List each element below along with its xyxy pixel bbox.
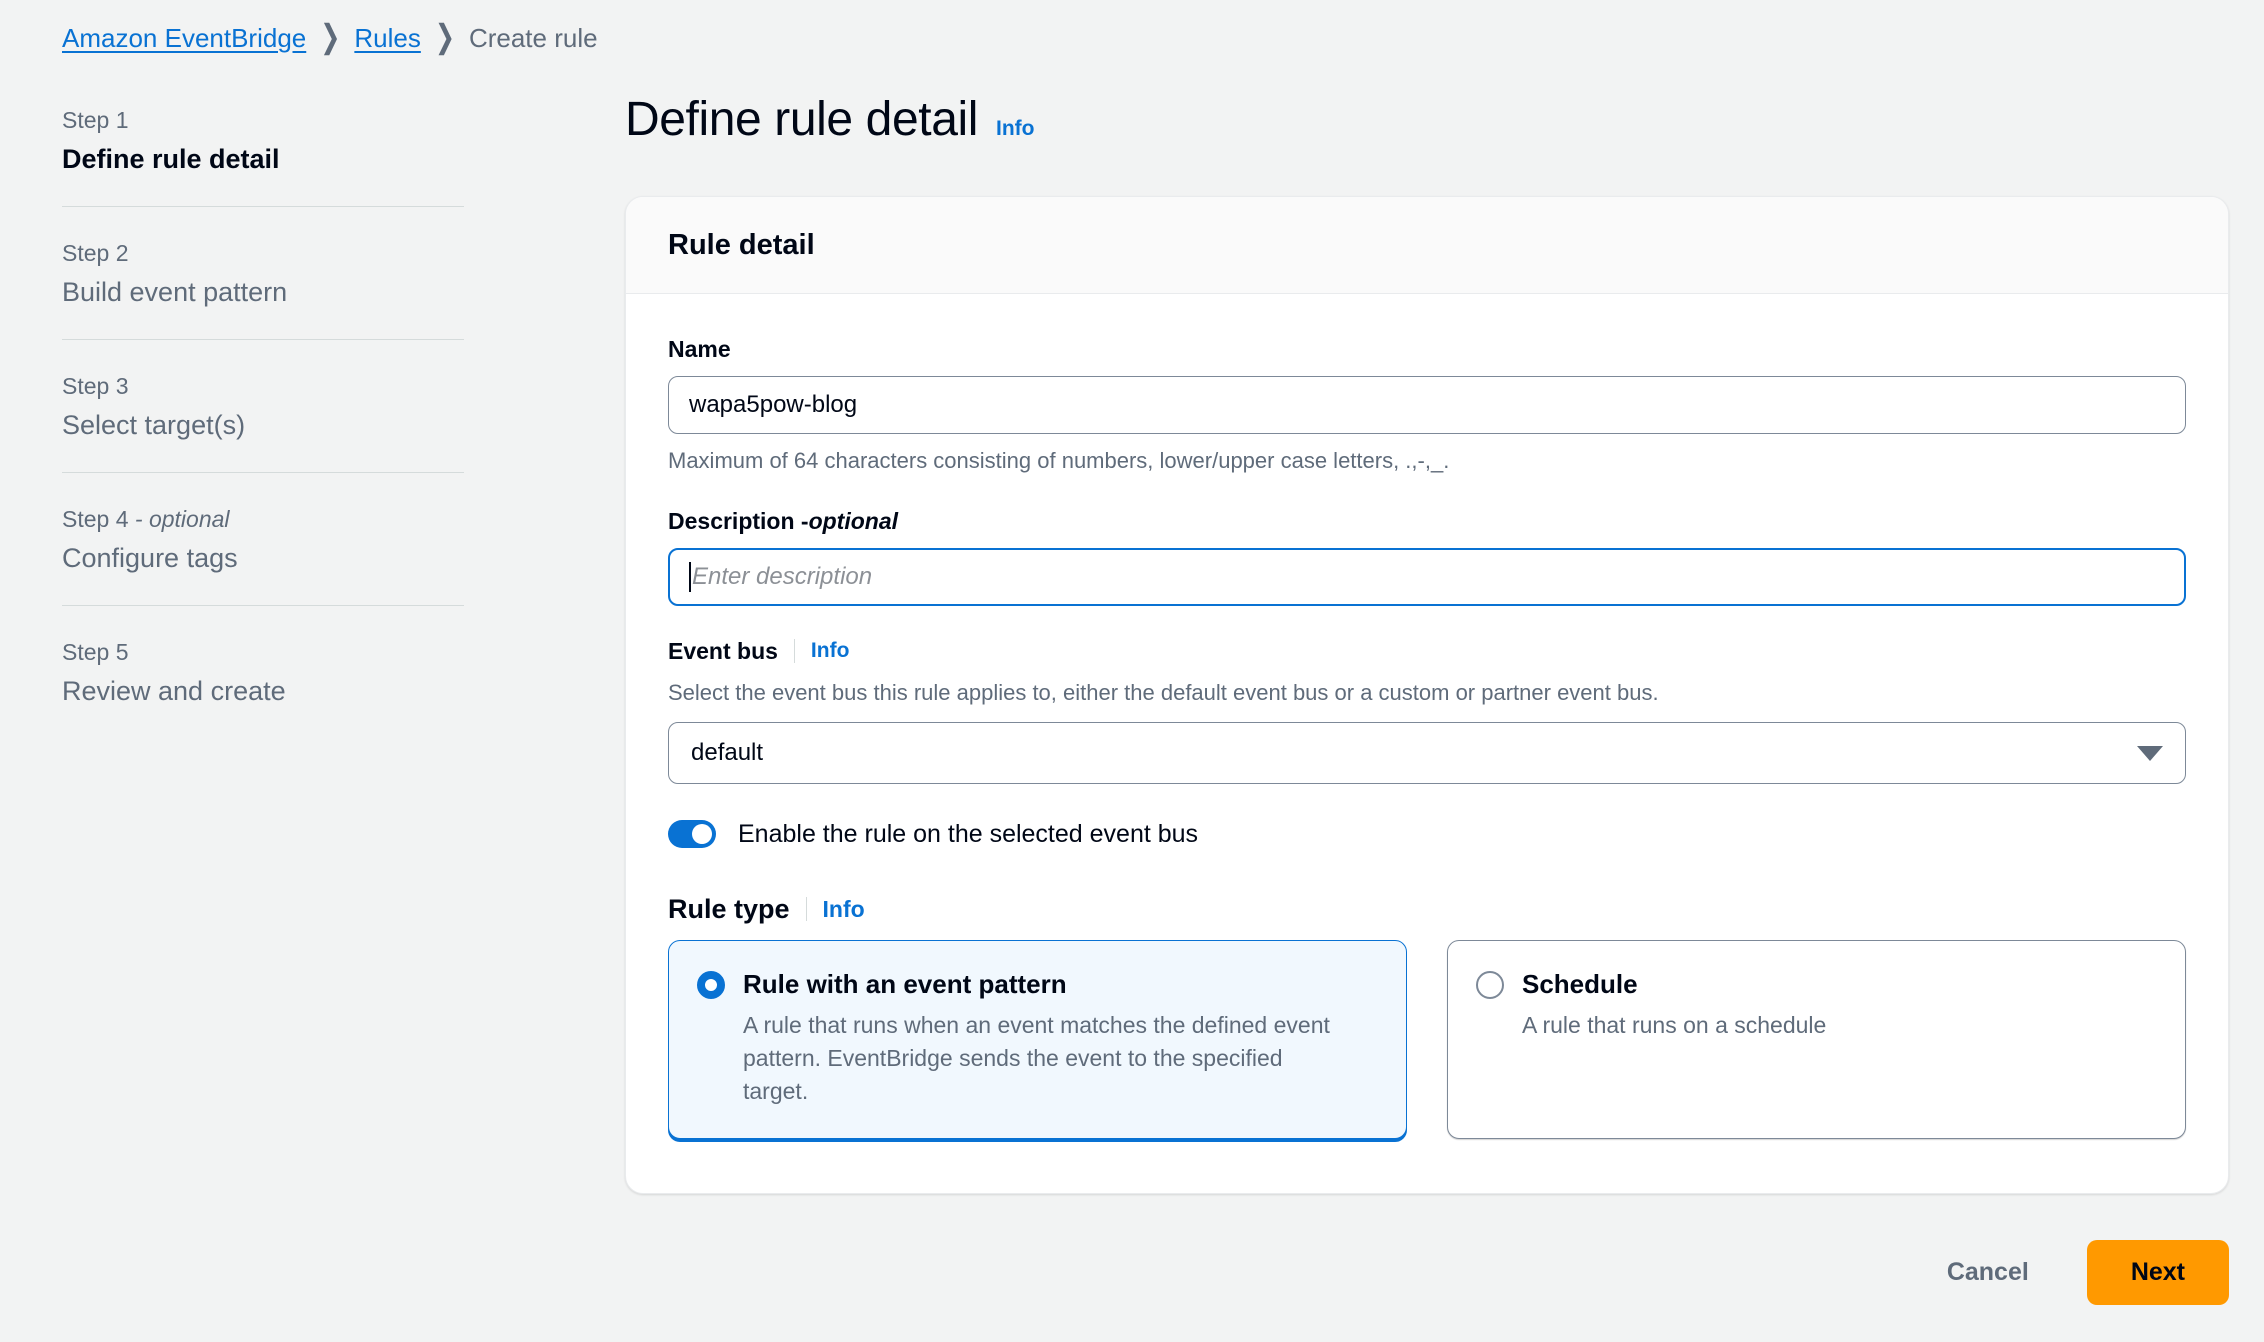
- name-constraint-text: Maximum of 64 characters consisting of n…: [668, 448, 1450, 473]
- step-number: Step 2: [62, 240, 129, 266]
- step-title: Configure tags: [62, 543, 238, 573]
- label-separator: [805, 897, 807, 921]
- page-header: Define rule detail Info: [625, 92, 2229, 148]
- wizard-actions: Cancel Next: [625, 1240, 2229, 1305]
- event-bus-label: Event bus Info: [668, 636, 850, 666]
- radio-selected-icon[interactable]: [697, 971, 725, 999]
- enable-rule-toggle-row[interactable]: Enable the rule on the selected event bu…: [668, 818, 2186, 850]
- step-number: Step 3: [62, 373, 129, 399]
- radio-unselected-icon[interactable]: [1476, 971, 1504, 999]
- rule-type-info-link[interactable]: Info: [823, 892, 865, 926]
- cancel-button[interactable]: Cancel: [1929, 1244, 2047, 1301]
- step-title: Review and create: [62, 676, 286, 706]
- step-title: Build event pattern: [62, 277, 288, 307]
- description-input-placeholder: Enter description: [692, 563, 873, 590]
- name-label: Name: [668, 336, 731, 362]
- sidebar-step-define-rule-detail[interactable]: Step 1 Define rule detail: [62, 100, 464, 176]
- main-content: Define rule detail Info Rule detail Name…: [625, 92, 2229, 1194]
- description-label: Description - optional: [668, 508, 899, 534]
- event-bus-info-link[interactable]: Info: [811, 636, 849, 666]
- sidebar-step-configure-tags[interactable]: Step 4 - optional Configure tags: [62, 499, 464, 575]
- event-bus-selected-value: default: [691, 739, 764, 766]
- sidebar-step-review-and-create[interactable]: Step 5 Review and create: [62, 632, 464, 708]
- rule-type-option-schedule[interactable]: Schedule A rule that runs on a schedule: [1447, 940, 2186, 1139]
- step-number: Step 4 - optional: [62, 506, 230, 532]
- step-divider: [62, 605, 464, 606]
- panel-body: Name wapa5pow-blog Maximum of 64 charact…: [626, 294, 2228, 1193]
- step-divider: [62, 339, 464, 340]
- tile-description: A rule that runs when an event matches t…: [743, 1012, 1330, 1104]
- toggle-knob-icon: [692, 824, 712, 844]
- rule-type-field-group: Rule type Info Rule with an event patter…: [668, 892, 2186, 1139]
- text-cursor-icon: [689, 562, 691, 592]
- sidebar-step-build-event-pattern[interactable]: Step 2 Build event pattern: [62, 233, 464, 309]
- rule-type-tile-group: Rule with an event pattern A rule that r…: [668, 940, 2186, 1139]
- page-title: Define rule detail: [625, 93, 979, 146]
- breadcrumb-item-eventbridge[interactable]: Amazon EventBridge: [62, 22, 306, 54]
- tile-description: A rule that runs on a schedule: [1522, 1012, 1827, 1038]
- event-bus-select[interactable]: default: [668, 722, 2186, 784]
- description-field-group: Description - optional Enter description: [668, 506, 2186, 606]
- event-bus-description: Select the event bus this rule applies t…: [668, 680, 1659, 705]
- breadcrumb-item-create-rule: Create rule: [468, 23, 598, 53]
- step-divider: [62, 472, 464, 473]
- page-info-link[interactable]: Info: [996, 117, 1034, 141]
- rule-type-label: Rule type Info: [668, 892, 865, 926]
- step-divider: [62, 206, 464, 207]
- enable-rule-toggle[interactable]: [668, 820, 716, 848]
- rule-type-option-event-pattern[interactable]: Rule with an event pattern A rule that r…: [668, 940, 1407, 1139]
- step-number: Step 1: [62, 107, 129, 133]
- breadcrumb: Amazon EventBridge ❯ Rules ❯ Create rule: [62, 19, 598, 55]
- rule-detail-panel: Rule detail Name wapa5pow-blog Maximum o…: [625, 196, 2229, 1194]
- tile-header: Schedule: [1476, 967, 2157, 1001]
- enable-rule-toggle-label: Enable the rule on the selected event bu…: [738, 820, 1199, 848]
- breadcrumb-separator-icon: ❯: [434, 19, 455, 56]
- tile-title: Rule with an event pattern: [743, 969, 1067, 999]
- step-number: Step 5: [62, 639, 129, 665]
- name-input[interactable]: wapa5pow-blog: [668, 376, 2186, 434]
- step-title: Select target(s): [62, 410, 246, 440]
- chevron-down-icon: [2137, 745, 2163, 761]
- breadcrumb-separator-icon: ❯: [320, 19, 341, 56]
- sidebar-step-select-targets[interactable]: Step 3 Select target(s): [62, 366, 464, 442]
- label-separator: [793, 639, 795, 663]
- tile-header: Rule with an event pattern: [697, 967, 1378, 1001]
- description-input[interactable]: Enter description: [668, 548, 2186, 606]
- event-bus-field-group: Event bus Info Select the event bus this…: [668, 636, 2186, 784]
- name-field-group: Name wapa5pow-blog Maximum of 64 charact…: [668, 334, 2186, 476]
- name-input-value: wapa5pow-blog: [689, 391, 858, 418]
- wizard-step-navigation: Step 1 Define rule detail Step 2 Build e…: [62, 100, 464, 708]
- next-button[interactable]: Next: [2086, 1240, 2229, 1305]
- tile-title: Schedule: [1522, 969, 1638, 999]
- panel-header-title: Rule detail: [668, 229, 815, 261]
- breadcrumb-item-rules[interactable]: Rules: [354, 22, 420, 54]
- step-title: Define rule detail: [62, 144, 280, 174]
- panel-header: Rule detail: [626, 197, 2228, 294]
